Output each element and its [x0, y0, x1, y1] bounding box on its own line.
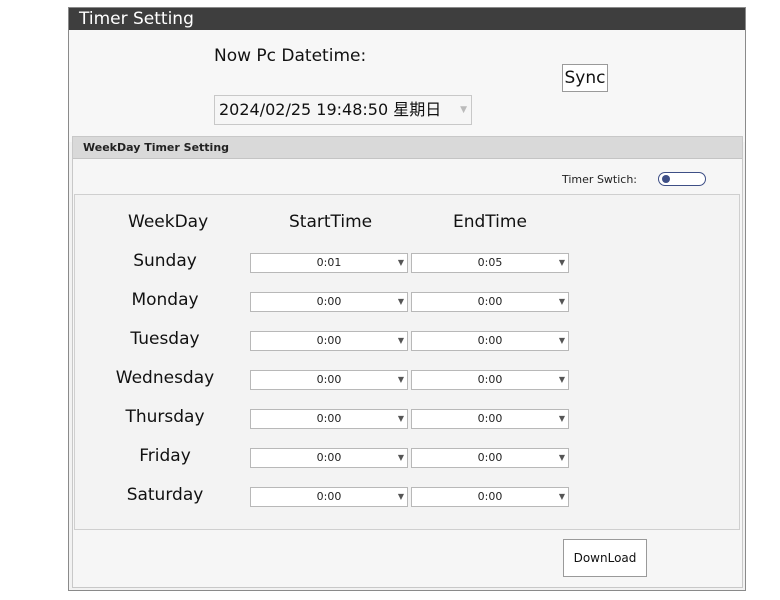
weekday-label: Tuesday — [130, 329, 200, 349]
sync-button[interactable]: Sync — [562, 64, 608, 92]
end-time-select[interactable]: 0:05 ▼ — [411, 253, 569, 273]
chevron-down-icon[interactable]: ▼ — [398, 488, 404, 506]
end-time-select[interactable]: 0:00 ▼ — [411, 448, 569, 468]
end-time-select[interactable]: 0:00 ▼ — [411, 331, 569, 351]
chevron-down-icon[interactable]: ▼ — [398, 332, 404, 350]
chevron-down-icon[interactable]: ▼ — [559, 293, 565, 311]
start-time-select[interactable]: 0:00 ▼ — [250, 292, 408, 312]
chevron-down-icon[interactable]: ▼ — [559, 488, 565, 506]
timer-setting-window: Timer Setting Now Pc Datetime: Sync 2024… — [68, 7, 746, 591]
timer-switch-toggle[interactable] — [658, 172, 706, 186]
column-header-weekday: WeekDay — [128, 212, 209, 232]
start-time-select[interactable]: 0:00 ▼ — [250, 487, 408, 507]
weekday-label: Wednesday — [115, 368, 215, 388]
chevron-down-icon[interactable]: ▼ — [398, 371, 404, 389]
chevron-down-icon[interactable]: ▼ — [398, 254, 404, 272]
chevron-down-icon[interactable]: ▼ — [559, 449, 565, 467]
chevron-down-icon[interactable]: ▼ — [559, 254, 565, 272]
column-header-endtime: EndTime — [453, 212, 527, 232]
column-header-starttime: StartTime — [289, 212, 373, 232]
end-time-select[interactable]: 0:00 ▼ — [411, 370, 569, 390]
end-time-select[interactable]: 0:00 ▼ — [411, 487, 569, 507]
start-time-select[interactable]: 0:01 ▼ — [250, 253, 408, 273]
toggle-knob — [662, 175, 670, 183]
datetime-combobox[interactable]: 2024/02/25 19:48:50 星期日 ▼ — [214, 95, 472, 125]
start-time-select[interactable]: 0:00 ▼ — [250, 370, 408, 390]
chevron-down-icon[interactable]: ▼ — [398, 293, 404, 311]
chevron-down-icon[interactable]: ▼ — [398, 449, 404, 467]
weekday-label: Thursday — [125, 407, 205, 427]
download-button[interactable]: DownLoad — [563, 539, 647, 577]
timer-table: WeekDay StartTime EndTime Sunday 0:01 ▼ … — [74, 194, 740, 530]
window-title: Timer Setting — [69, 8, 745, 30]
datetime-panel: Now Pc Datetime: Sync 2024/02/25 19:48:5… — [69, 30, 745, 142]
end-time-select[interactable]: 0:00 ▼ — [411, 409, 569, 429]
datetime-value: 2024/02/25 19:48:50 星期日 — [219, 100, 442, 119]
chevron-down-icon[interactable]: ▼ — [559, 371, 565, 389]
weekday-label: Sunday — [133, 251, 197, 271]
weekday-timer-group: WeekDay Timer Setting Timer Swtich: Week… — [72, 136, 743, 588]
weekday-label: Saturday — [126, 485, 204, 505]
group-title: WeekDay Timer Setting — [73, 137, 742, 159]
end-time-select[interactable]: 0:00 ▼ — [411, 292, 569, 312]
timer-switch-label: Timer Swtich: — [562, 173, 638, 186]
start-time-select[interactable]: 0:00 ▼ — [250, 331, 408, 351]
chevron-down-icon[interactable]: ▼ — [559, 410, 565, 428]
now-datetime-label: Now Pc Datetime: — [214, 46, 367, 66]
weekday-label: Monday — [131, 290, 199, 310]
start-time-select[interactable]: 0:00 ▼ — [250, 448, 408, 468]
weekday-label: Friday — [139, 446, 191, 466]
chevron-down-icon[interactable]: ▼ — [398, 410, 404, 428]
chevron-down-icon[interactable]: ▼ — [559, 332, 565, 350]
start-time-select[interactable]: 0:00 ▼ — [250, 409, 408, 429]
chevron-down-icon[interactable]: ▼ — [460, 96, 467, 124]
